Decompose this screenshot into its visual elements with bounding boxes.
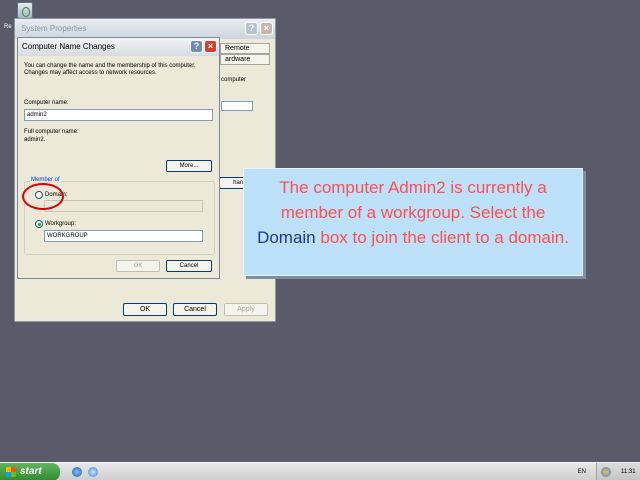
full-computer-name-label: Full computer name:	[24, 129, 79, 135]
full-computer-name-value: admin2.	[24, 137, 46, 143]
dialog-close-button[interactable]: ×	[204, 40, 217, 53]
workgroup-radio[interactable]	[35, 220, 43, 228]
dialog-ok-button[interactable]: OK	[116, 260, 160, 272]
internet-explorer-icon[interactable]	[72, 467, 82, 477]
callout-highlight: Domain	[257, 228, 316, 247]
callout-text-before: The computer Admin2 is currently a membe…	[279, 178, 547, 222]
tab-hardware[interactable]: ardware	[220, 54, 270, 65]
recycle-bin-label: Re	[4, 24, 12, 30]
computer-name-input[interactable]: admin2	[24, 109, 213, 121]
system-tray: 11:31	[596, 463, 640, 480]
help-button[interactable]: ?	[245, 22, 258, 35]
dialog-titlebar[interactable]: Computer Name Changes ? ×	[18, 38, 219, 56]
computer-name-changes-dialog: Computer Name Changes ? × You can change…	[17, 37, 220, 279]
windows-flag-icon	[6, 467, 16, 477]
sysprop-apply-button[interactable]: Apply	[224, 303, 268, 316]
start-button[interactable]: start	[0, 463, 60, 480]
domain-input[interactable]	[44, 200, 203, 212]
close-button[interactable]: ×	[260, 22, 273, 35]
sysprop-ok-button[interactable]: OK	[123, 303, 167, 316]
computer-name-label: Computer name:	[24, 100, 69, 106]
dialog-title: Computer Name Changes	[22, 42, 115, 51]
more-button[interactable]: More...	[166, 160, 212, 172]
dialog-help-button[interactable]: ?	[190, 40, 203, 53]
network-tray-icon[interactable]	[601, 467, 611, 477]
language-indicator[interactable]: EN	[578, 469, 586, 475]
workgroup-input[interactable]: WORKGROUP	[44, 230, 203, 242]
callout-text-after: box to join the client to a domain.	[315, 228, 569, 247]
domain-highlight-ring	[22, 183, 64, 210]
instruction-callout: The computer Admin2 is currently a membe…	[243, 168, 583, 276]
partial-computer-text: computer	[221, 77, 247, 83]
taskbar: start EN 11:31	[0, 462, 640, 480]
workgroup-label: Workgroup:	[45, 221, 76, 227]
clock[interactable]: 11:31	[621, 469, 636, 475]
media-player-icon[interactable]	[88, 467, 98, 477]
system-properties-title: System Properties	[21, 24, 87, 33]
system-properties-titlebar[interactable]: System Properties ? ×	[15, 19, 275, 39]
partial-field	[221, 101, 253, 111]
sysprop-cancel-button[interactable]: Cancel	[173, 303, 217, 316]
start-label: start	[20, 466, 42, 477]
tab-remote[interactable]: Remote	[220, 43, 270, 54]
dialog-description: You can change the name and the membersh…	[24, 63, 196, 76]
dialog-cancel-button[interactable]: Cancel	[166, 260, 212, 272]
